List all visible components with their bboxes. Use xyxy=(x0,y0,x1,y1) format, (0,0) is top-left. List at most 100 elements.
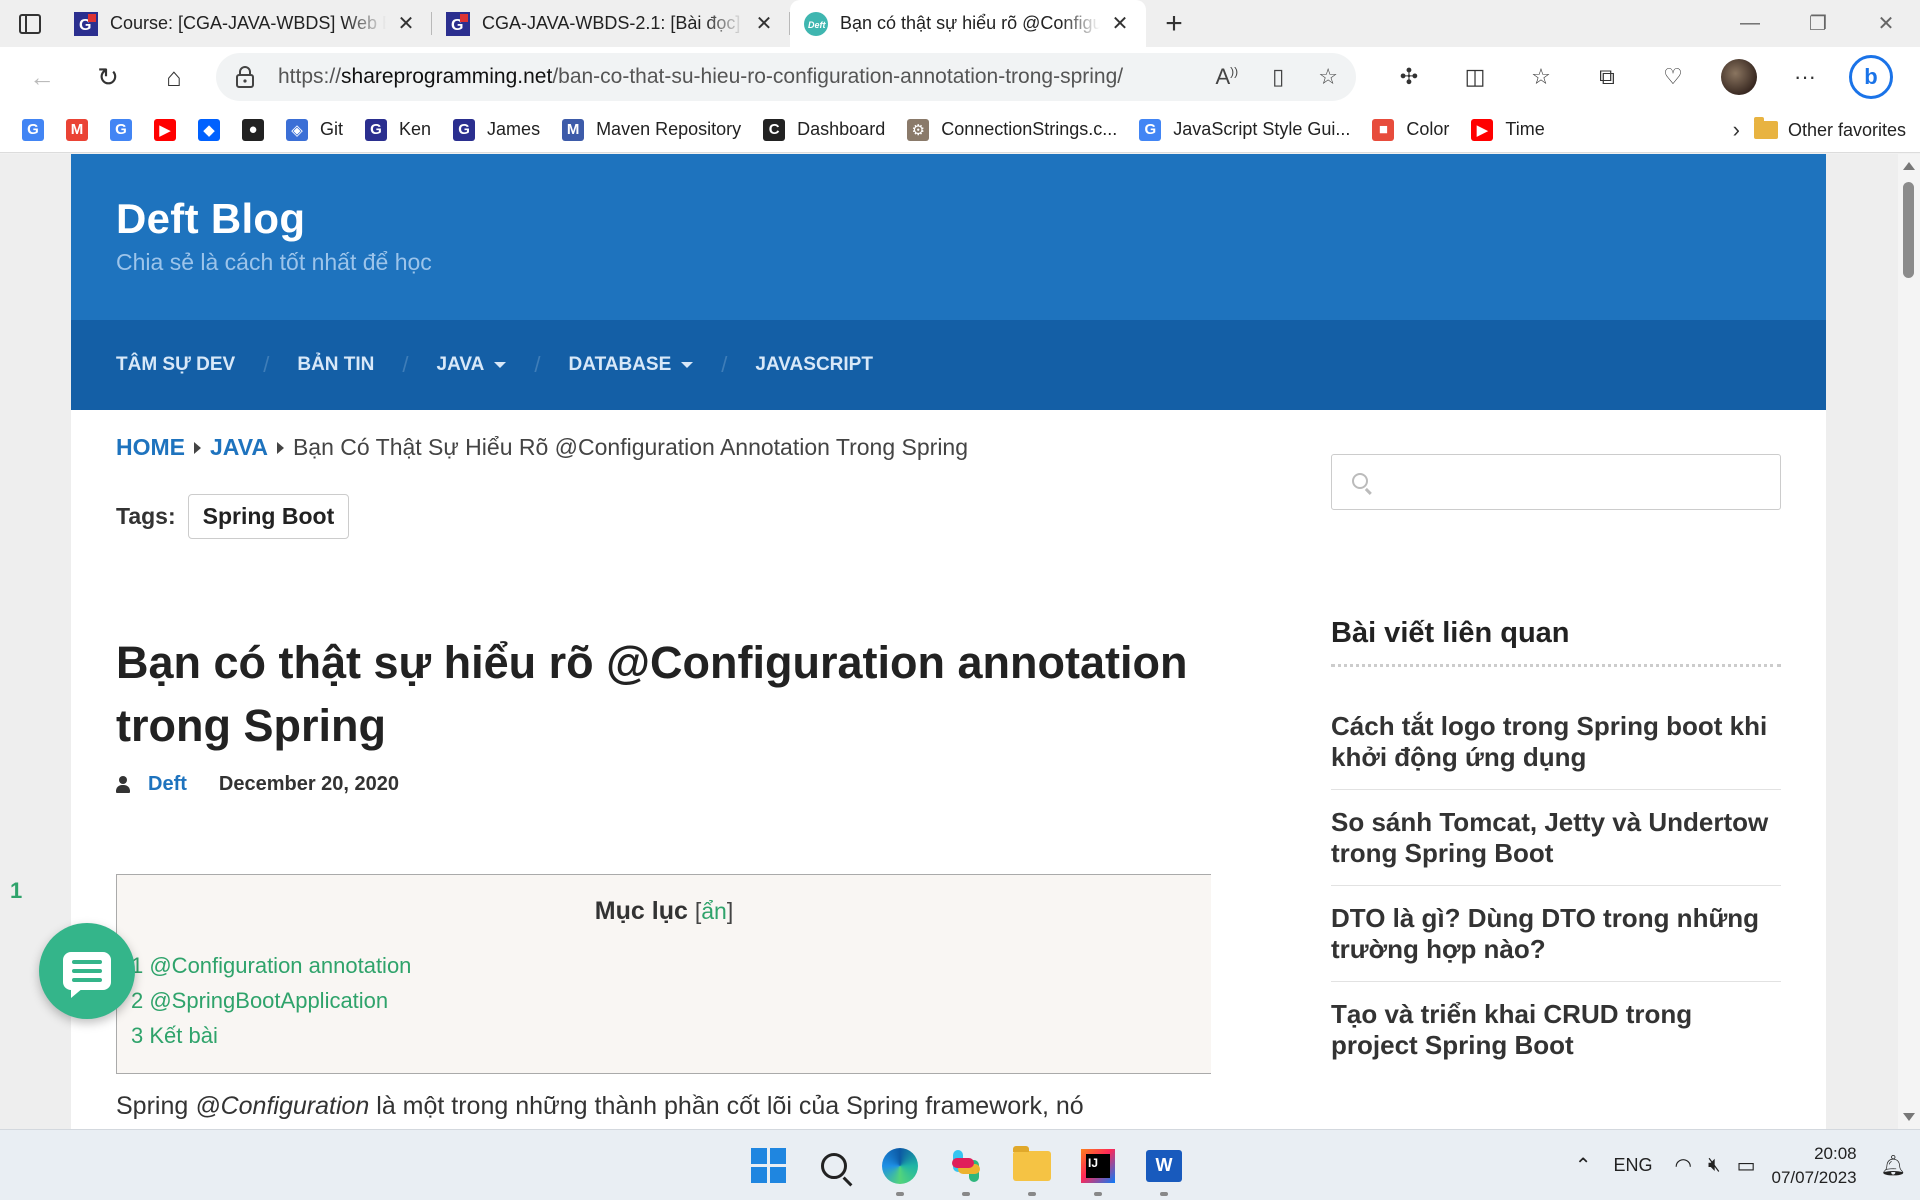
notification-icon[interactable]: 🔔︎ xyxy=(1873,1153,1920,1178)
bookmark-item[interactable]: ▶ xyxy=(154,118,176,141)
nav-item-tam-su-dev[interactable]: TÂM SỰ DEV xyxy=(116,354,235,376)
favorites-icon[interactable]: ☆ xyxy=(1508,47,1574,107)
breadcrumb-category[interactable]: JAVA xyxy=(210,434,268,461)
cg-icon: G xyxy=(365,118,388,141)
nav-item-javascript[interactable]: JAVASCRIPT xyxy=(755,354,873,376)
browser-essentials-icon[interactable]: ♡ xyxy=(1640,47,1706,107)
bookmark-item[interactable]: ◈ Git xyxy=(286,118,344,141)
svg-text:Deft: Deft xyxy=(808,20,827,30)
chevron-right-icon[interactable]: › xyxy=(1733,107,1740,153)
nav-item-database[interactable]: DATABASE xyxy=(569,354,694,376)
related-post-link[interactable]: Cách tắt logo trong Spring boot khi khởi… xyxy=(1331,711,1781,790)
restore-icon[interactable]: ❐ xyxy=(1784,0,1852,47)
refresh-button[interactable]: ↻ xyxy=(75,47,141,107)
wifi-icon[interactable]: ◠ xyxy=(1667,1153,1700,1178)
collections-icon[interactable]: ⧉ xyxy=(1574,47,1640,107)
scroll-up-icon[interactable] xyxy=(1903,162,1915,170)
folder-icon xyxy=(1753,117,1778,139)
browser-tab-active[interactable]: Deft Bạn có thật sự hiểu rõ @Configurati… xyxy=(790,0,1146,47)
dropbox-icon: ◆ xyxy=(198,118,220,141)
immersive-reader-icon[interactable]: ▯ xyxy=(1272,64,1284,90)
window-controls: — ❐ ✕ xyxy=(1716,0,1920,47)
volume-muted-icon[interactable]: 🔇︎ xyxy=(1700,1154,1729,1177)
post-author[interactable]: Deft xyxy=(148,773,187,796)
related-post-link[interactable]: So sánh Tomcat, Jetty và Undertow trong … xyxy=(1331,807,1781,886)
site-container: Deft Blog Chia sẻ là cách tốt nhất để họ… xyxy=(71,154,1826,1129)
browser-tab[interactable]: G Course: [CGA-JAVA-WBDS] Web Backend De… xyxy=(60,0,432,47)
bookmark-item[interactable]: G Ken xyxy=(365,118,431,141)
chat-button[interactable] xyxy=(39,923,135,1019)
git-icon: ◈ xyxy=(286,118,308,141)
bookmark-item[interactable]: G xyxy=(22,118,44,141)
bookmark-item[interactable]: M xyxy=(66,118,88,141)
scroll-down-icon[interactable] xyxy=(1903,1113,1915,1121)
chevron-up-icon[interactable]: ⌃ xyxy=(1567,1153,1600,1178)
taskbar-file-explorer[interactable] xyxy=(999,1130,1065,1200)
search-input[interactable] xyxy=(1331,454,1781,510)
bookmark-label: Git xyxy=(320,119,344,139)
bookmark-item[interactable]: ⚙ ConnectionStrings.c... xyxy=(907,118,1117,141)
address-bar[interactable]: https://shareprogramming.net/ban-co-that… xyxy=(216,53,1356,101)
related-post-link[interactable]: DTO là gì? Dùng DTO trong những trường h… xyxy=(1331,903,1781,982)
bookmark-label: Color xyxy=(1406,119,1450,139)
close-tab-icon[interactable]: ✕ xyxy=(752,12,776,36)
url-text: https://shareprogramming.net/ban-co-that… xyxy=(278,65,1124,88)
minimize-icon[interactable]: — xyxy=(1716,0,1784,47)
bing-icon: b xyxy=(1849,55,1893,99)
start-button[interactable] xyxy=(735,1130,801,1200)
breadcrumb-home[interactable]: HOME xyxy=(116,434,185,461)
tab-actions-button[interactable] xyxy=(0,0,60,47)
taskbar-word[interactable]: W xyxy=(1131,1130,1197,1200)
close-tab-icon[interactable]: ✕ xyxy=(394,12,418,36)
tab-actions-icon xyxy=(19,13,41,34)
bookmark-item[interactable]: G James xyxy=(453,118,540,141)
taskbar-search-button[interactable] xyxy=(801,1130,867,1200)
bookmark-item[interactable]: C Dashboard xyxy=(763,118,885,141)
split-screen-icon[interactable]: ◫ xyxy=(1442,47,1508,107)
tag-link[interactable]: Spring Boot xyxy=(187,494,350,539)
taskbar-clock[interactable]: 20:08 07/07/2023 xyxy=(1764,1142,1873,1190)
bookmark-item[interactable]: G xyxy=(110,118,132,141)
browser-tab[interactable]: G CGA-JAVA-WBDS-2.1: [Bài đọc] Ng ✕ xyxy=(432,0,790,47)
taskbar-slack[interactable] xyxy=(933,1130,999,1200)
back-button[interactable]: ← xyxy=(9,47,75,107)
toc-toggle[interactable]: [ẩn] xyxy=(695,898,733,924)
language-indicator[interactable]: ENG xyxy=(1600,1155,1667,1176)
site-title[interactable]: Deft Blog xyxy=(116,195,1826,243)
new-tab-button[interactable]: + xyxy=(1146,0,1202,47)
nav-item-java[interactable]: JAVA xyxy=(437,354,507,376)
favorite-star-icon[interactable]: ☆ xyxy=(1318,64,1338,90)
bookmark-item[interactable]: ▶ Time xyxy=(1471,118,1545,141)
toc-item[interactable]: 1 @Configuration annotation xyxy=(131,948,1211,983)
home-button[interactable]: ⌂ xyxy=(141,47,207,107)
profile-button[interactable] xyxy=(1706,47,1772,107)
toc-item[interactable]: 3 Kết bài xyxy=(131,1018,1211,1053)
user-icon xyxy=(116,775,130,794)
bookmark-item[interactable]: G JavaScript Style Gui... xyxy=(1139,118,1350,141)
tab-title: Course: [CGA-JAVA-WBDS] Web Backend Deve… xyxy=(110,13,386,33)
read-aloud-icon[interactable]: A)) xyxy=(1215,64,1238,90)
page-scrollbar[interactable] xyxy=(1898,154,1920,1129)
taskbar-intellij[interactable]: IJ xyxy=(1065,1130,1131,1200)
bookmark-item[interactable]: ■ Color xyxy=(1372,118,1450,141)
taskbar-edge[interactable] xyxy=(867,1130,933,1200)
nav-item-ban-tin[interactable]: BẢN TIN xyxy=(297,354,374,376)
extensions-icon[interactable]: ✣ xyxy=(1376,47,1442,107)
settings-more-icon[interactable]: ··· xyxy=(1772,47,1838,107)
bookmark-item[interactable]: ◆ xyxy=(198,118,220,141)
scrollbar-thumb[interactable] xyxy=(1903,182,1914,278)
close-window-icon[interactable]: ✕ xyxy=(1852,0,1920,47)
connectionstrings-icon: ⚙ xyxy=(907,118,930,141)
address-toolbar: ← ↻ ⌂ https://shareprogramming.net/ban-c… xyxy=(0,47,1920,107)
other-favorites[interactable]: Other favorites xyxy=(1753,107,1906,153)
battery-icon[interactable]: ▭ xyxy=(1729,1153,1764,1178)
related-post-link[interactable]: Tạo và triển khai CRUD trong project Spr… xyxy=(1331,999,1781,1077)
bookmark-item[interactable]: M Maven Repository xyxy=(562,118,741,141)
bing-chat-button[interactable]: b xyxy=(1838,47,1904,107)
bookmark-item[interactable]: ● xyxy=(242,118,264,141)
toc-item[interactable]: 2 @SpringBootApplication xyxy=(131,983,1211,1018)
edge-icon xyxy=(882,1147,918,1184)
page-viewport: Deft Blog Chia sẻ là cách tốt nhất để họ… xyxy=(0,154,1920,1129)
close-tab-icon[interactable]: ✕ xyxy=(1108,12,1132,36)
nav-divider: / xyxy=(263,352,270,377)
